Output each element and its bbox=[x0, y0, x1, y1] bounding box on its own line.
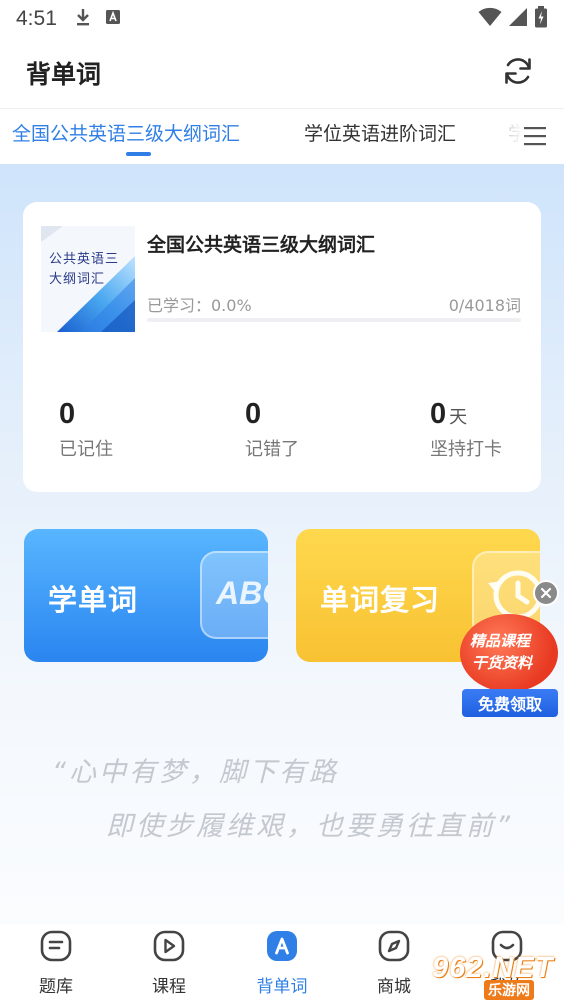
progress-label: 已学习：0.0% bbox=[147, 296, 252, 315]
abc-tile-text: ABC bbox=[216, 575, 268, 611]
book-cover-line1: 公共英语三 bbox=[49, 252, 120, 267]
download-icon bbox=[75, 8, 91, 30]
refresh-button[interactable] bbox=[498, 53, 538, 93]
wifi-icon bbox=[478, 7, 502, 31]
book-cover-line2: 大纲词汇 bbox=[49, 272, 106, 287]
nav-mall[interactable]: 商城 bbox=[359, 930, 429, 997]
promo-close-button[interactable] bbox=[533, 580, 559, 606]
stat-checkin-label: 坚持打卡 bbox=[430, 439, 502, 460]
stat-mistakes-value: 0 bbox=[245, 398, 262, 430]
status-notification-icons bbox=[75, 8, 121, 30]
vocabulary-tabs: 全国公共英语三级大纲词汇 学位英语进阶词汇 学 bbox=[0, 108, 564, 164]
abc-tile-icon: ABC bbox=[200, 551, 268, 639]
status-time: 4:51 bbox=[16, 7, 57, 30]
quote-line1: “心中有梦，脚下有路 bbox=[52, 757, 339, 788]
refresh-icon bbox=[501, 54, 535, 92]
signal-icon bbox=[508, 7, 528, 31]
promo-line1: 精品课程 bbox=[470, 632, 531, 650]
stat-remembered: 0 已记住 bbox=[59, 398, 113, 461]
book-title: 全国公共英语三级大纲词汇 bbox=[147, 234, 376, 256]
stat-mistakes: 0 记错了 bbox=[245, 398, 299, 461]
status-bar: 4:51 bbox=[0, 0, 564, 38]
stat-remembered-label: 已记住 bbox=[59, 439, 113, 460]
tabs-menu-button[interactable] bbox=[522, 123, 548, 149]
stat-checkin-value: 0 bbox=[430, 398, 447, 430]
tab-degree-english-vocabulary[interactable]: 学位英语进阶词汇 bbox=[304, 119, 456, 146]
quote-line2: 即使步履维艰，也要勇往直前” bbox=[106, 811, 513, 842]
play-video-icon bbox=[153, 930, 185, 962]
promo-line2: 干货资料 bbox=[472, 654, 533, 672]
book-cover: 公共英语三 大纲词汇 bbox=[41, 226, 135, 332]
question-bank-icon bbox=[40, 930, 72, 962]
app-header: 背单词 bbox=[0, 38, 564, 108]
compass-icon bbox=[378, 930, 410, 962]
close-icon bbox=[540, 584, 552, 603]
progress-count: 0/4018词 bbox=[448, 296, 521, 315]
nav-courses[interactable]: 课程 bbox=[134, 930, 204, 997]
stat-remembered-value: 0 bbox=[59, 398, 76, 430]
review-words-label: 单词复习 bbox=[320, 583, 441, 617]
vocabulary-a-icon bbox=[266, 930, 298, 962]
promo-widget[interactable]: 精品课程 干货资料 免费领取 bbox=[456, 580, 564, 720]
learn-words-label: 学单词 bbox=[48, 583, 139, 617]
watermark-logo: 962.NET 乐游网 bbox=[426, 952, 564, 1004]
menu-icon bbox=[522, 127, 548, 153]
tab-pets3-vocabulary[interactable]: 全国公共英语三级大纲词汇 bbox=[12, 119, 240, 146]
learn-words-button[interactable]: 学单词 ABC bbox=[24, 529, 268, 662]
nav-question-bank-label: 题库 bbox=[39, 977, 73, 997]
stat-mistakes-label: 记错了 bbox=[245, 439, 299, 460]
nav-mall-label: 商城 bbox=[377, 977, 411, 997]
nav-courses-label: 课程 bbox=[152, 977, 186, 997]
stat-checkin-unit: 天 bbox=[449, 407, 468, 428]
battery-icon bbox=[534, 6, 548, 32]
font-app-icon bbox=[105, 9, 121, 29]
progress-bar bbox=[147, 318, 521, 322]
nav-vocabulary[interactable]: 背单词 bbox=[247, 930, 317, 997]
promo-claim-button[interactable]: 免费领取 bbox=[462, 689, 558, 717]
watermark-sub: 乐游网 bbox=[484, 980, 534, 1000]
book-card[interactable]: 公共英语三 大纲词汇 全国公共英语三级大纲词汇 已学习：0.0% 0/4018词… bbox=[23, 202, 541, 492]
stat-checkin: 0天 坚持打卡 bbox=[430, 398, 502, 461]
nav-question-bank[interactable]: 题库 bbox=[21, 930, 91, 997]
active-tab-indicator bbox=[126, 152, 151, 156]
status-system-icons bbox=[478, 6, 548, 32]
page-title: 背单词 bbox=[26, 60, 102, 89]
nav-vocabulary-label: 背单词 bbox=[256, 977, 308, 997]
